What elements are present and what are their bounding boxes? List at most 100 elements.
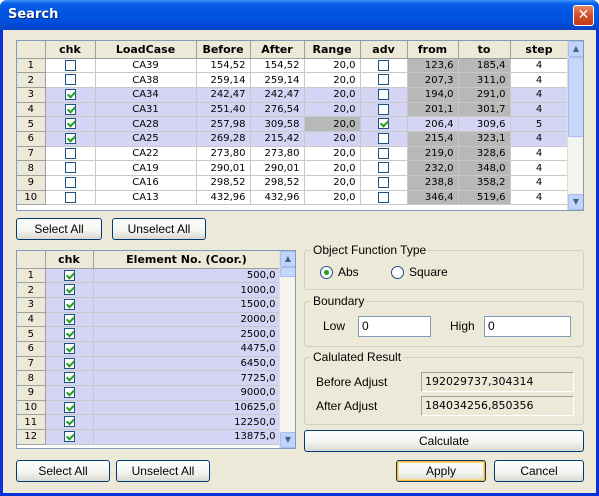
loadcase-cell[interactable]: CA16	[95, 175, 197, 191]
chk-cell[interactable]	[45, 102, 96, 118]
element-value-cell[interactable]: 9000,0	[93, 385, 281, 401]
adv-cell[interactable]	[360, 131, 408, 147]
element-checkbox[interactable]	[63, 313, 75, 325]
chk-cell[interactable]	[45, 312, 94, 328]
step-cell[interactable]: 4	[510, 175, 569, 191]
step-cell[interactable]: 4	[510, 190, 569, 206]
from-cell[interactable]: 232,0	[407, 160, 459, 176]
before-cell[interactable]: 298,52	[196, 175, 251, 191]
to-cell[interactable]: 328,6	[458, 146, 511, 162]
after-cell[interactable]: 273,80	[250, 146, 305, 162]
to-cell[interactable]: 311,0	[458, 72, 511, 88]
row-checkbox[interactable]	[64, 147, 76, 159]
loadcase-cell[interactable]: CA38	[95, 72, 197, 88]
adv-cell[interactable]	[360, 58, 408, 74]
loadcase-cell[interactable]: CA34	[95, 87, 197, 103]
scroll-down-arrow-icon[interactable]: ▼	[568, 194, 583, 210]
row-checkbox[interactable]	[64, 74, 76, 86]
adv-cell[interactable]	[360, 146, 408, 162]
adv-checkbox[interactable]	[378, 74, 389, 86]
scroll-up-arrow-icon[interactable]: ▲	[568, 41, 583, 57]
after-cell[interactable]: 309,58	[250, 116, 305, 132]
loadcase-row[interactable]: 8 CA19 290,01 290,01 20,0 232,0 348,0 4	[17, 160, 569, 176]
element-row[interactable]: 6 4475,0	[17, 341, 281, 357]
loadcase-col-header[interactable]: After	[250, 41, 305, 59]
row-number[interactable]: 10	[17, 190, 46, 206]
element-col-header[interactable]	[17, 251, 46, 269]
element-checkbox[interactable]	[63, 343, 75, 355]
row-checkbox[interactable]	[64, 191, 76, 203]
element-row[interactable]: 10 10625,0	[17, 400, 281, 416]
chk-cell[interactable]	[45, 116, 96, 132]
loadcase-col-header[interactable]: Range	[304, 41, 361, 59]
chk-cell[interactable]	[45, 131, 96, 147]
element-value-cell[interactable]: 500,0	[93, 268, 281, 284]
adv-checkbox[interactable]	[378, 162, 389, 174]
row-number[interactable]: 2	[17, 282, 46, 298]
loadcase-row[interactable]: 1 CA39 154,52 154,52 20,0 123,6 185,4 4	[17, 58, 569, 74]
element-value-cell[interactable]: 1500,0	[93, 297, 281, 313]
step-cell[interactable]: 4	[510, 72, 569, 88]
step-cell[interactable]: 4	[510, 58, 569, 74]
to-cell[interactable]: 291,0	[458, 87, 511, 103]
range-cell[interactable]: 20,0	[304, 72, 361, 88]
abs-label[interactable]: Abs	[338, 265, 359, 279]
adv-cell[interactable]	[360, 72, 408, 88]
chk-cell[interactable]	[45, 268, 94, 284]
element-col-header[interactable]: chk	[45, 251, 94, 269]
scroll-thumb[interactable]	[568, 57, 583, 137]
before-cell[interactable]: 269,28	[196, 131, 251, 147]
loadcase-col-header[interactable]: to	[458, 41, 511, 59]
adv-cell[interactable]	[360, 175, 408, 191]
range-cell[interactable]: 20,0	[304, 87, 361, 103]
adv-checkbox[interactable]	[378, 147, 389, 159]
row-number[interactable]: 2	[17, 72, 46, 88]
scroll-down-arrow-icon[interactable]: ▼	[280, 432, 295, 448]
to-cell[interactable]: 519,6	[458, 190, 511, 206]
row-number[interactable]: 9	[17, 175, 46, 191]
element-row[interactable]: 4 2000,0	[17, 312, 281, 328]
loadcase-col-header[interactable]: Before	[196, 41, 251, 59]
range-cell[interactable]: 20,0	[304, 58, 361, 74]
row-number[interactable]: 10	[17, 400, 46, 416]
element-value-cell[interactable]: 12250,0	[93, 414, 281, 431]
from-cell[interactable]: 346,4	[407, 190, 459, 206]
row-number[interactable]: 9	[17, 385, 46, 401]
element-value-cell[interactable]: 4475,0	[93, 341, 281, 357]
row-number[interactable]: 5	[17, 326, 46, 342]
top-select-all-button[interactable]: Select All	[16, 218, 102, 240]
row-checkbox[interactable]	[64, 177, 76, 189]
from-cell[interactable]: 215,4	[407, 131, 459, 147]
element-checkbox[interactable]	[63, 357, 75, 369]
before-cell[interactable]: 432,96	[196, 190, 251, 206]
chk-cell[interactable]	[45, 58, 96, 74]
after-cell[interactable]: 298,52	[250, 175, 305, 191]
loadcase-col-header[interactable]: from	[407, 41, 459, 59]
adv-checkbox[interactable]	[378, 191, 389, 203]
square-radio[interactable]	[391, 266, 404, 279]
element-value-cell[interactable]: 10625,0	[93, 400, 281, 416]
step-cell[interactable]: 4	[510, 160, 569, 176]
chk-cell[interactable]	[45, 175, 96, 191]
element-checkbox[interactable]	[63, 401, 75, 413]
range-cell[interactable]: 20,0	[304, 102, 361, 118]
loadcase-row[interactable]: 4 CA31 251,40 276,54 20,0 201,1 301,7 4	[17, 102, 569, 118]
element-value-cell[interactable]: 2500,0	[93, 326, 281, 342]
calculate-button[interactable]: Calculate	[304, 430, 584, 452]
after-cell[interactable]: 432,96	[250, 190, 305, 206]
element-checkbox[interactable]	[63, 416, 75, 428]
from-cell[interactable]: 206,4	[407, 116, 459, 132]
row-number[interactable]: 12	[17, 429, 46, 445]
element-row[interactable]: 9 9000,0	[17, 385, 281, 401]
from-cell[interactable]: 194,0	[407, 87, 459, 103]
element-row[interactable]: 11 12250,0	[17, 414, 281, 431]
loadcase-row[interactable]: 7 CA22 273,80 273,80 20,0 219,0 328,6 4	[17, 146, 569, 162]
row-number[interactable]: 3	[17, 87, 46, 103]
loadcase-row[interactable]: 2 CA38 259,14 259,14 20,0 207,3 311,0 4	[17, 72, 569, 88]
after-cell[interactable]: 242,47	[250, 87, 305, 103]
element-value-cell[interactable]: 13875,0	[93, 429, 281, 445]
chk-cell[interactable]	[45, 370, 94, 386]
chk-cell[interactable]	[45, 146, 96, 162]
element-checkbox[interactable]	[63, 387, 75, 399]
adv-checkbox[interactable]	[378, 103, 389, 115]
